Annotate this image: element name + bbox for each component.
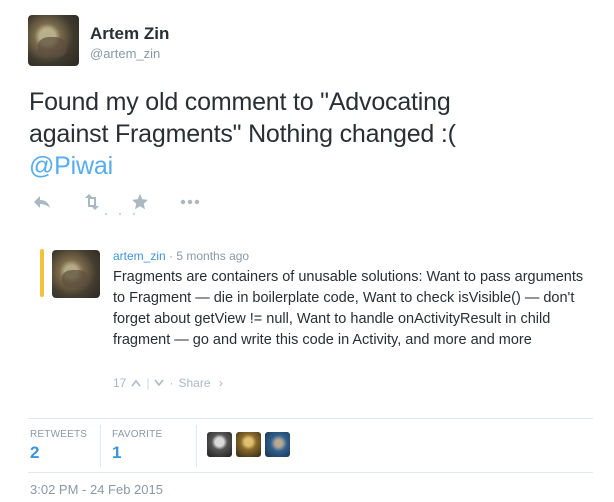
tweet-text-line-2: against Fragments" Nothing changed :( [29,120,456,148]
vote-divider: | [146,376,150,390]
tweet-text-line-1: Found my old comment to "Advocating [29,88,451,116]
favoriter-avatar[interactable] [236,432,261,457]
quoted-username[interactable]: artem_zin [113,249,166,263]
stats-divider-1 [100,425,101,467]
favorites-count[interactable]: 1 [112,443,121,463]
share-link[interactable]: Share › [178,376,222,390]
retweets-count[interactable]: 2 [30,443,39,463]
retweet-icon[interactable] [81,192,101,212]
mention-link[interactable]: @Piwai [29,152,113,180]
quoted-separator: · [169,249,174,263]
more-icon[interactable] [179,192,200,212]
favoriter-avatar[interactable] [207,432,232,457]
share-label: Share [178,376,211,390]
reply-icon[interactable] [32,192,52,212]
favorites-label: FAVORITE [112,429,163,440]
stats-divider-2 [196,425,197,467]
tweet-text: Found my old comment to "Advocating agai… [29,86,599,182]
author-avatar[interactable] [28,15,79,66]
tweet-timestamp[interactable]: 3:02 PM - 24 Feb 2015 [30,482,163,497]
footer-separator: · [169,376,174,390]
quoted-avatar[interactable] [52,250,100,298]
stats-top-separator [28,418,593,419]
vote-count: 17 [113,376,127,390]
author-handle[interactable]: @artem_zin [90,46,160,61]
author-display-name[interactable]: Artem Zin [90,24,169,44]
quote-accent-bar [40,249,44,297]
favoriter-avatar[interactable] [265,432,290,457]
quoted-footer: 17 | · Share › [113,376,228,390]
quoted-meta: artem_zin · 5 months ago [113,249,249,263]
favorite-icon[interactable] [130,192,150,212]
quoted-time: 5 months ago [176,249,250,263]
downvote-icon[interactable] [154,376,165,390]
divider-dots [104,212,136,216]
upvote-icon[interactable] [131,376,141,390]
retweets-label: RETWEETS [30,429,88,440]
timestamp-separator [28,472,593,473]
quoted-text: Fragments are containers of unusable sol… [113,269,584,348]
tweet-actions [32,192,228,212]
